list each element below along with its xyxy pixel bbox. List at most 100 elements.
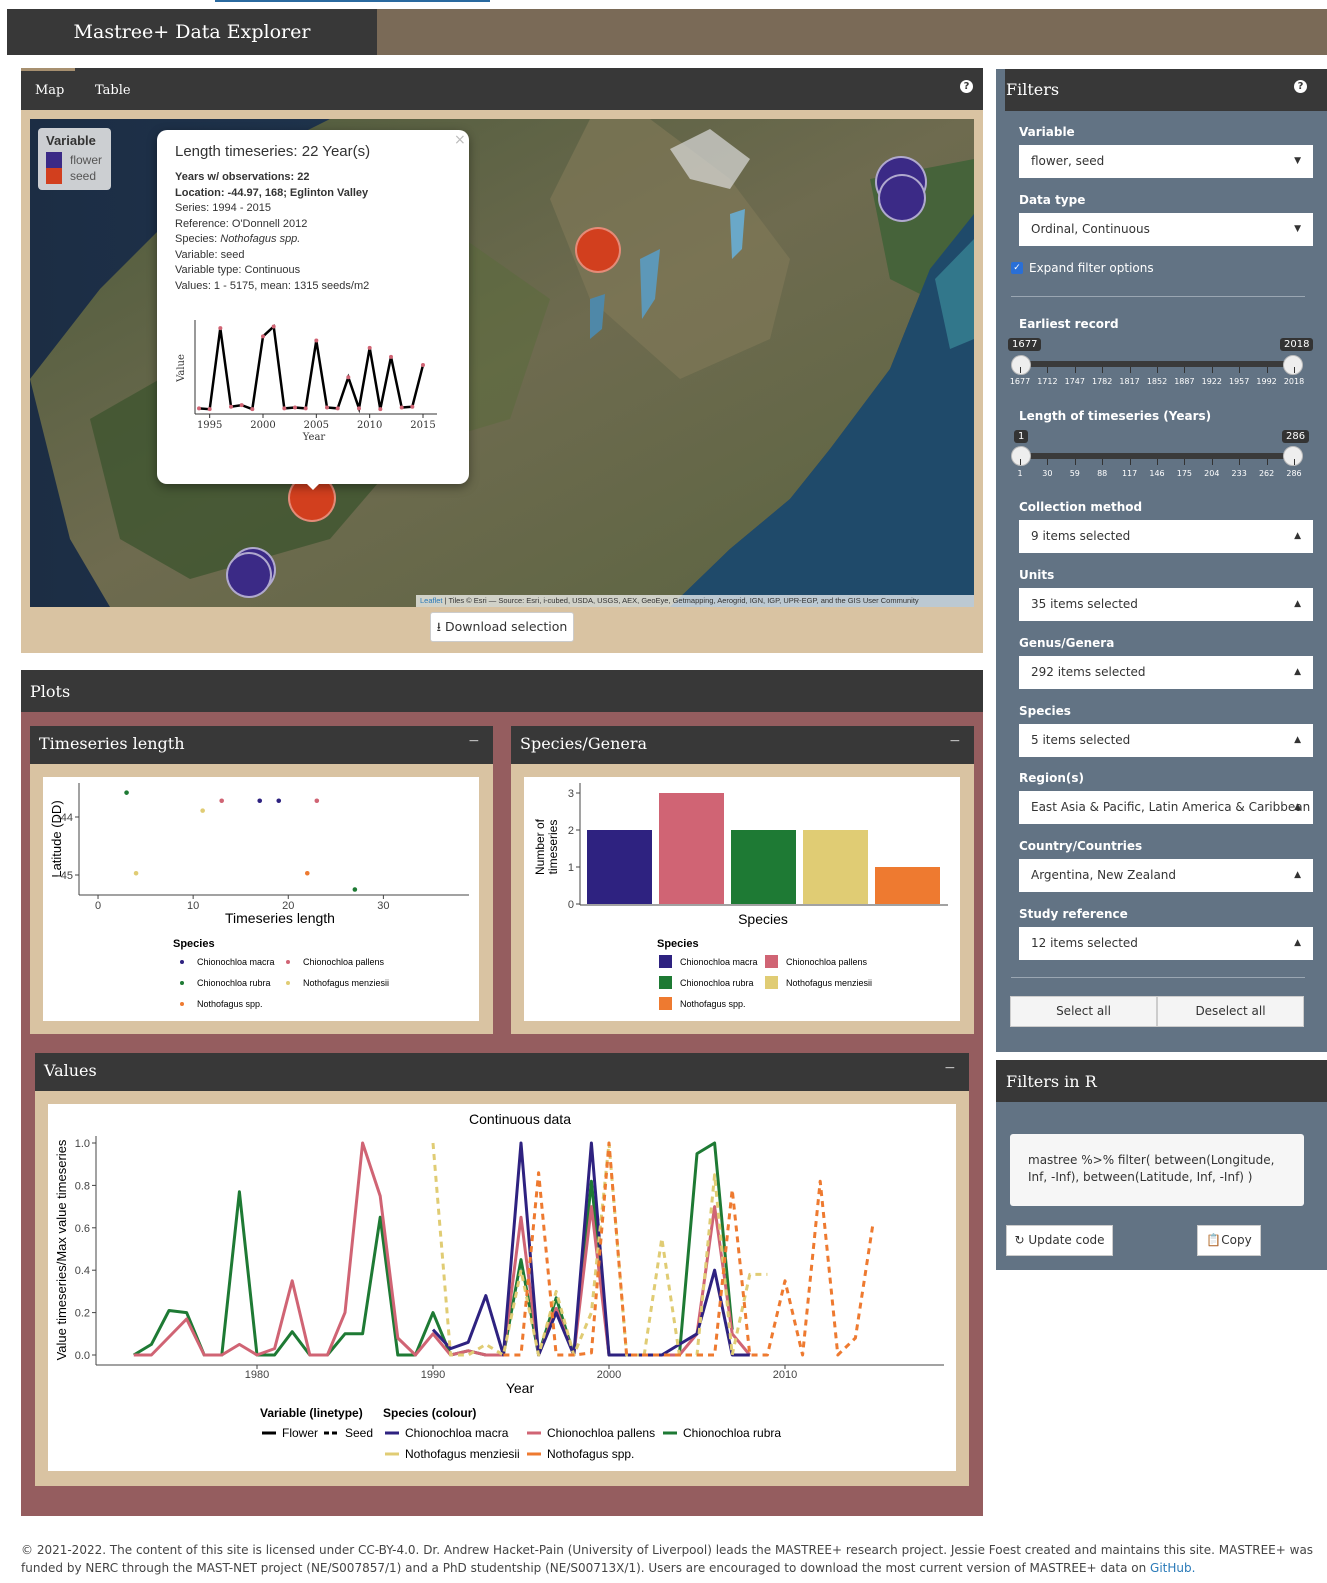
divider	[1011, 296, 1305, 297]
collapse-icon[interactable]: −	[468, 733, 480, 749]
github-link[interactable]: GitHub.	[1150, 1561, 1195, 1575]
popup-point	[389, 354, 393, 359]
flower-marker[interactable]	[878, 174, 926, 222]
datatype-label: Data type	[1019, 193, 1086, 207]
values-x-tick-label: 1990	[421, 1369, 445, 1381]
legend-dot	[180, 981, 184, 985]
leaflet-link[interactable]: Leaflet	[416, 596, 443, 605]
popup-x-tick-label: 2010	[357, 420, 382, 431]
bar-y-tick-label: 2	[568, 825, 574, 837]
bar	[659, 793, 724, 904]
app-title[interactable]: Mastree+ Data Explorer	[7, 9, 377, 55]
scatter-point	[124, 790, 129, 795]
variable-select[interactable]: flower, seed ▼	[1019, 145, 1313, 178]
legend-swatch	[659, 976, 672, 989]
slider-tick-label: 1782	[1092, 377, 1113, 386]
legend-label: Nothofagus menziesii	[303, 978, 389, 988]
update-code-label: Update code	[1028, 1233, 1105, 1247]
bar-ylabel: Number of timeseries	[533, 818, 560, 875]
collection-select[interactable]: 9 items selected ▲	[1019, 520, 1313, 553]
collapse-icon[interactable]: −	[944, 1060, 956, 1076]
popup-years: Years w/ observations: 22	[175, 171, 310, 183]
scatter-point	[257, 798, 263, 804]
scatter-point	[219, 798, 224, 804]
popup-x-tick-label: 2015	[410, 420, 435, 431]
linetype-legend-title: Variable (linetype)	[260, 1406, 363, 1420]
scatter-x-tick-label: 10	[187, 900, 199, 912]
map-attribution: Leaflet | Tiles © Esri — Source: Esri, i…	[416, 595, 974, 607]
popup-close-icon[interactable]: ×	[454, 132, 466, 148]
attribution-text: | Tiles © Esri — Source: Esri, i-cubed, …	[442, 596, 919, 605]
species-genera-title: Species/Genera	[520, 734, 648, 753]
deselect-all-button[interactable]: Deselect all	[1157, 996, 1304, 1027]
slider-tick-label: 233	[1231, 469, 1247, 478]
tab-map[interactable]: Map	[35, 83, 64, 98]
slider-tick	[1239, 459, 1241, 465]
popup-point	[357, 406, 361, 411]
map-popup: × Length timeseries: 22 Year(s) Years w/…	[157, 130, 469, 490]
legend-swatch-flower	[46, 152, 62, 168]
flower-marker[interactable]	[226, 552, 272, 598]
select-all-button[interactable]: Select all	[1010, 996, 1157, 1027]
length-max-bubble: 286	[1282, 430, 1310, 443]
slider-tick-label: 1	[1017, 469, 1023, 478]
values-line-chart: Continuous data Value timeseries/Max val…	[54, 1111, 944, 1461]
genus-select[interactable]: 292 items selected ▲	[1019, 656, 1313, 689]
slider-tick	[1129, 459, 1131, 465]
legend-label-seed: seed	[70, 169, 97, 183]
popup-point	[346, 375, 351, 380]
bar	[875, 867, 940, 904]
units-select[interactable]: 35 items selected ▲	[1019, 588, 1313, 621]
slider-tick-label: 1852	[1146, 377, 1168, 386]
popup-point	[303, 406, 308, 411]
legend-dot	[286, 981, 290, 985]
bar-y-tick-label: 0	[568, 899, 574, 911]
values-ylabel: Value timeseries/Max value timeseries	[54, 1139, 69, 1360]
seed-marker[interactable]	[575, 227, 621, 273]
slider-tick-label: 1677	[1009, 377, 1031, 386]
datatype-select[interactable]: Ordinal, Continuous ▼	[1019, 213, 1313, 246]
species-select[interactable]: 5 items selected ▲	[1019, 724, 1313, 757]
slider-tick	[1211, 459, 1213, 465]
legend-label: Nothofagus spp.	[680, 999, 746, 1009]
scatter-point	[276, 798, 282, 804]
popup-point	[378, 407, 383, 412]
scatter-y-tick-label: -44	[57, 812, 73, 824]
country-select-value: Argentina, New Zealand	[1031, 868, 1177, 882]
r-code-block[interactable]: mastree %>% filter( between(Longitude, I…	[1010, 1134, 1304, 1206]
legend-title: Variable	[46, 133, 96, 148]
filters-help-icon[interactable]: ?	[1294, 80, 1307, 93]
bar-ylabel-line-2: timeseries	[546, 820, 560, 875]
tab-table[interactable]: Table	[95, 83, 131, 98]
download-selection-button[interactable]: ⭳ Download selection	[430, 612, 574, 642]
popup-x-tick-label: 1995	[197, 420, 222, 431]
footer: © 2021-2022. The content of this site is…	[21, 1541, 1321, 1577]
expand-checkbox[interactable]: ✓	[1011, 262, 1023, 274]
study-select-value: 12 items selected	[1031, 936, 1138, 950]
popup-point	[421, 363, 425, 367]
scatter-legend-title: Species	[173, 938, 215, 950]
update-code-button[interactable]: ↻ Update code	[1006, 1225, 1113, 1256]
earliest-max-bubble: 2018	[1280, 338, 1314, 351]
slider-tick	[1020, 459, 1021, 465]
slider-tick	[1184, 367, 1186, 373]
values-x-tick-label: 2000	[597, 1369, 621, 1381]
values-series-line	[431, 1141, 750, 1357]
slider-tick	[1047, 459, 1049, 465]
scatter-point	[304, 870, 310, 876]
study-select[interactable]: 12 items selected ▲	[1019, 927, 1313, 960]
popup-point	[293, 405, 297, 410]
scatter-point	[352, 887, 358, 892]
help-icon[interactable]: ?	[960, 80, 973, 93]
expand-label: Expand filter options	[1029, 261, 1154, 275]
slider-tick	[1294, 459, 1295, 465]
values-x-tick-label: 2010	[773, 1369, 797, 1381]
slider-tick-label: 30	[1042, 469, 1053, 478]
popup-point	[335, 406, 340, 411]
region-select[interactable]: East Asia & Pacific, Latin America & Car…	[1019, 791, 1313, 824]
copy-button[interactable]: 📋Copy	[1197, 1225, 1261, 1256]
length-slider-ticks: 1 30 59 88 117 146 175 204 233 262 286	[1011, 459, 1305, 481]
collapse-icon[interactable]: −	[949, 733, 961, 749]
country-select[interactable]: Argentina, New Zealand ▲	[1019, 859, 1313, 892]
popup-point	[410, 404, 415, 409]
